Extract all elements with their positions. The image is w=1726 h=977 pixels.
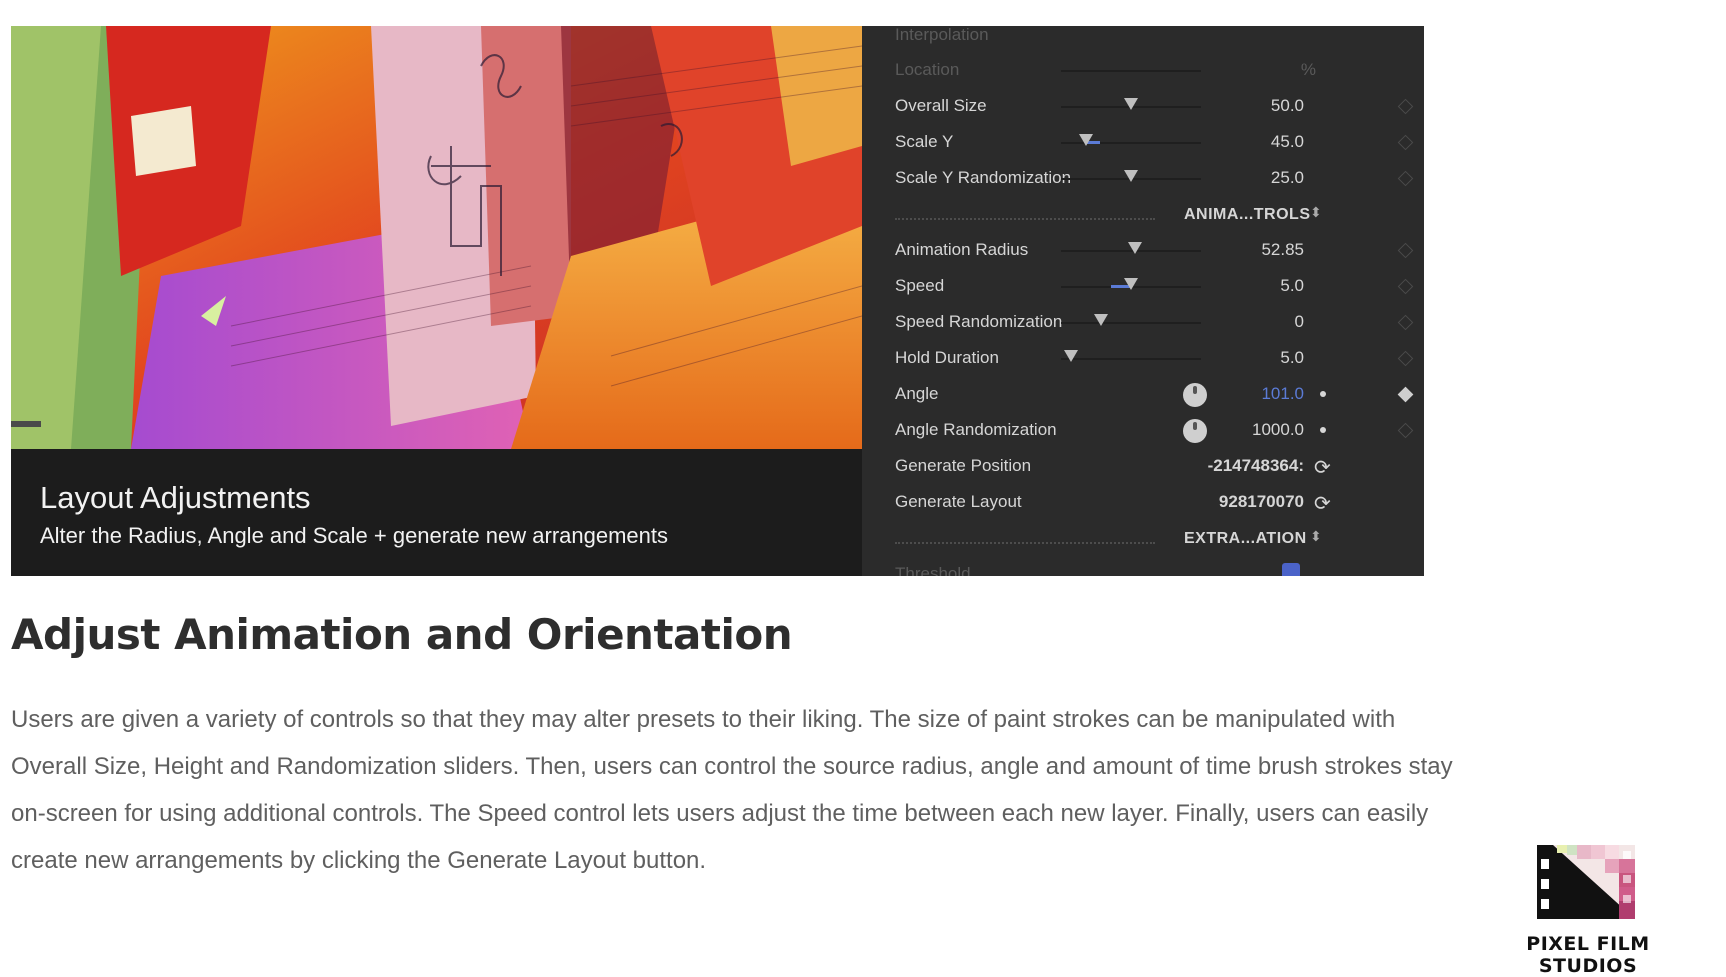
param-row-overall-size: Overall Size 50.0 <box>862 92 1424 122</box>
param-value[interactable]: 928170070 <box>1219 492 1304 512</box>
keyframe-icon[interactable] <box>1397 278 1414 295</box>
angle-dial[interactable] <box>1183 383 1207 407</box>
group-header-extra-animation[interactable]: EXTRA...ATION ⬍ <box>862 524 1424 554</box>
param-row-angle: Angle 101.0 <box>862 380 1424 410</box>
param-row-interpolation: Interpolation <box>862 26 1424 51</box>
param-row-location: Location % <box>862 56 1424 86</box>
caption-bar: Layout Adjustments Alter the Radius, Ang… <box>11 449 862 576</box>
group-header-animation-controls[interactable]: ANIMA...TROLS ⬍ <box>862 200 1424 230</box>
group-divider <box>895 218 1155 220</box>
param-label: Speed <box>895 276 945 295</box>
keyframe-icon[interactable] <box>1397 422 1414 439</box>
keyframe-icon[interactable] <box>1397 134 1414 151</box>
keyframe-icon[interactable] <box>1397 170 1414 187</box>
slider-thumb[interactable] <box>1079 134 1093 146</box>
group-name[interactable]: ANIMA...TROLS <box>1184 206 1311 224</box>
article-heading: Adjust Animation and Orientation <box>11 610 793 659</box>
painted-scene <box>11 26 862 449</box>
param-label: Scale Y Randomization <box>895 168 1072 187</box>
chevron-updown-icon[interactable]: ⬍ <box>1310 204 1322 221</box>
param-value[interactable]: 1000.0 <box>1252 420 1304 440</box>
param-label: Scale Y <box>895 132 954 151</box>
param-row-scale-y: Scale Y 45.0 <box>862 128 1424 158</box>
param-value[interactable]: 5.0 <box>1280 348 1304 368</box>
slider-thumb[interactable] <box>1124 170 1138 182</box>
param-row-generate-position: Generate Position -214748364: ⟳ <box>862 452 1424 482</box>
inspector-panel: Interpolation Location % Overall Size 50… <box>862 26 1424 576</box>
checkbox[interactable] <box>1282 563 1300 576</box>
dot-icon <box>1320 427 1326 433</box>
param-row-hold-duration: Hold Duration 5.0 <box>862 344 1424 374</box>
slider-thumb[interactable] <box>1094 314 1108 326</box>
animation-radius-slider[interactable] <box>1061 242 1201 254</box>
angle-randomization-dial[interactable] <box>1183 419 1207 443</box>
param-row-angle-randomization: Angle Randomization 1000.0 <box>862 416 1424 446</box>
param-label: Interpolation <box>895 26 989 44</box>
refresh-icon[interactable]: ⟳ <box>1314 491 1331 516</box>
param-value[interactable]: 50.0 <box>1271 96 1304 116</box>
location-slider[interactable] <box>1061 70 1201 72</box>
param-label: Animation Radius <box>895 240 1029 259</box>
hold-duration-slider[interactable] <box>1061 350 1201 362</box>
param-unit: % <box>1300 60 1316 79</box>
param-value[interactable]: 25.0 <box>1271 168 1304 188</box>
hero-image: Layout Adjustments Alter the Radius, Ang… <box>11 26 1424 576</box>
param-label: Generate Layout <box>895 492 1022 511</box>
param-label: Location <box>895 60 960 79</box>
speed-randomization-slider[interactable] <box>1061 314 1201 326</box>
refresh-icon[interactable]: ⟳ <box>1314 455 1331 480</box>
keyframe-icon[interactable] <box>1397 314 1414 331</box>
film-clapper-icon <box>1537 845 1635 919</box>
artwork-image <box>11 26 862 449</box>
param-value[interactable]: 101.0 <box>1261 384 1304 404</box>
param-value[interactable]: 52.85 <box>1261 240 1304 260</box>
param-row-animation-radius: Animation Radius 52.85 <box>862 236 1424 266</box>
group-divider <box>895 542 1155 544</box>
article-paragraph: Users are given a variety of controls so… <box>11 706 1453 874</box>
param-value[interactable]: 0 <box>1295 312 1304 332</box>
overall-size-slider[interactable] <box>1061 98 1201 110</box>
slider-thumb[interactable] <box>1128 242 1142 254</box>
keyframe-active-icon[interactable] <box>1397 386 1414 403</box>
param-value[interactable]: 45.0 <box>1271 132 1304 152</box>
slider-thumb[interactable] <box>1124 278 1138 290</box>
param-label: Overall Size <box>895 96 987 115</box>
param-label: Angle <box>895 384 939 403</box>
param-row-generate-layout: Generate Layout 928170070 ⟳ <box>862 488 1424 518</box>
brand-logo[interactable]: PIXEL FILM STUDIOS <box>1478 845 1698 977</box>
dot-icon <box>1320 391 1326 397</box>
param-label: Generate Position <box>895 456 1032 475</box>
keyframe-icon[interactable] <box>1397 350 1414 367</box>
param-label: Threshold <box>895 564 971 576</box>
scale-y-slider[interactable] <box>1061 134 1201 146</box>
param-row-speed-randomization: Speed Randomization 0 <box>862 308 1424 338</box>
scale-y-randomization-slider[interactable] <box>1061 170 1201 182</box>
keyframe-icon[interactable] <box>1397 98 1414 115</box>
caption-subtitle: Alter the Radius, Angle and Scale + gene… <box>40 523 669 548</box>
param-label: Angle Randomization <box>895 420 1057 439</box>
param-row-speed: Speed 5.0 <box>862 272 1424 302</box>
param-value[interactable]: -214748364: <box>1208 456 1304 476</box>
logo-wordmark: PIXEL FILM STUDIOS <box>1526 933 1650 977</box>
group-name[interactable]: EXTRA...ATION <box>1184 530 1307 548</box>
param-label: Speed Randomization <box>895 312 1063 331</box>
param-value[interactable]: 5.0 <box>1280 276 1304 296</box>
slider-thumb[interactable] <box>1124 98 1138 110</box>
keyframe-icon[interactable] <box>1397 242 1414 259</box>
speed-slider[interactable] <box>1061 278 1201 290</box>
slider-thumb[interactable] <box>1064 350 1078 362</box>
param-row-threshold: Threshold <box>862 560 1424 576</box>
param-row-scale-y-randomization: Scale Y Randomization 25.0 <box>862 164 1424 194</box>
caption-title: Layout Adjustments <box>40 480 311 515</box>
param-label: Hold Duration <box>895 348 999 367</box>
chevron-updown-icon[interactable]: ⬍ <box>1310 528 1322 545</box>
